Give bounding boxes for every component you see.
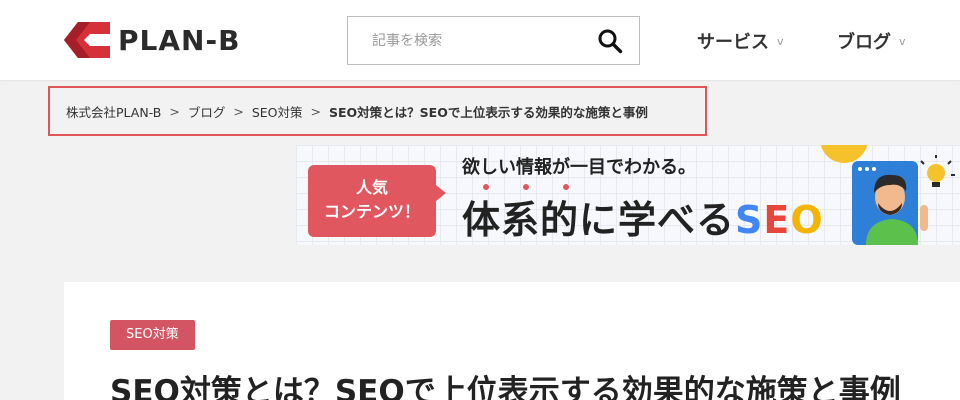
banner-title-o: O — [790, 198, 824, 242]
nav-item-services[interactable]: サービス v — [697, 28, 784, 54]
person-with-lightbulb-illustration — [852, 155, 955, 245]
badge-line-2: コンテンツ！ — [323, 202, 420, 221]
logo-text: PLAN-B — [118, 23, 241, 57]
article-card: SEO対策 SEO対策とは？SEOで上位表示する効果的な施策と事例 — [64, 282, 960, 400]
category-tag[interactable]: SEO対策 — [110, 320, 195, 350]
chevron-down-icon: v — [899, 34, 906, 48]
popular-content-banner[interactable]: 人気 コンテンツ！ 欲しい情報が一目でわかる。 体系的に学べるSEO — [296, 145, 960, 245]
badge-line-1: 人気 — [355, 178, 388, 197]
banner-title-s: S — [735, 198, 764, 242]
breadcrumb-current: SEO対策とは？SEOで上位表示する効果的な施策と事例 — [328, 104, 648, 120]
breadcrumb-separator: > — [169, 103, 180, 119]
search-input[interactable] — [348, 17, 588, 64]
search-box — [347, 16, 640, 65]
chevron-down-icon: v — [777, 34, 784, 48]
badge-pointer — [436, 185, 446, 201]
site-logo[interactable]: PLAN-B — [64, 22, 240, 58]
banner-title-e: E — [763, 198, 791, 242]
popular-badge: 人気 コンテンツ！ — [308, 165, 436, 237]
banner-title-text: 体系的に学べる — [462, 198, 736, 242]
plan-b-logo-icon — [64, 22, 110, 58]
nav-item-blog[interactable]: ブログ v — [837, 28, 906, 54]
nav-label-blog: ブログ — [837, 32, 891, 53]
breadcrumb-link-seo[interactable]: SEO対策 — [252, 102, 303, 121]
site-header: PLAN-B サービス v ブログ v — [0, 0, 960, 80]
article-title: SEO対策とは？SEOで上位表示する効果的な施策と事例 — [110, 374, 901, 400]
nav-label-services: サービス — [697, 32, 769, 53]
banner-subtitle: 欲しい情報が一目でわかる。 — [462, 157, 696, 178]
breadcrumb-link-blog[interactable]: ブログ — [188, 102, 226, 121]
breadcrumb: 株式会社PLAN-B > ブログ > SEO対策 > SEO対策とは？SEOで上… — [48, 86, 707, 136]
breadcrumb-link-home[interactable]: 株式会社PLAN-B — [66, 102, 161, 121]
breadcrumb-separator: > — [310, 103, 321, 119]
banner-title: 体系的に学べるSEO — [462, 189, 824, 244]
breadcrumb-separator: > — [233, 103, 244, 119]
search-icon[interactable] — [597, 28, 623, 54]
